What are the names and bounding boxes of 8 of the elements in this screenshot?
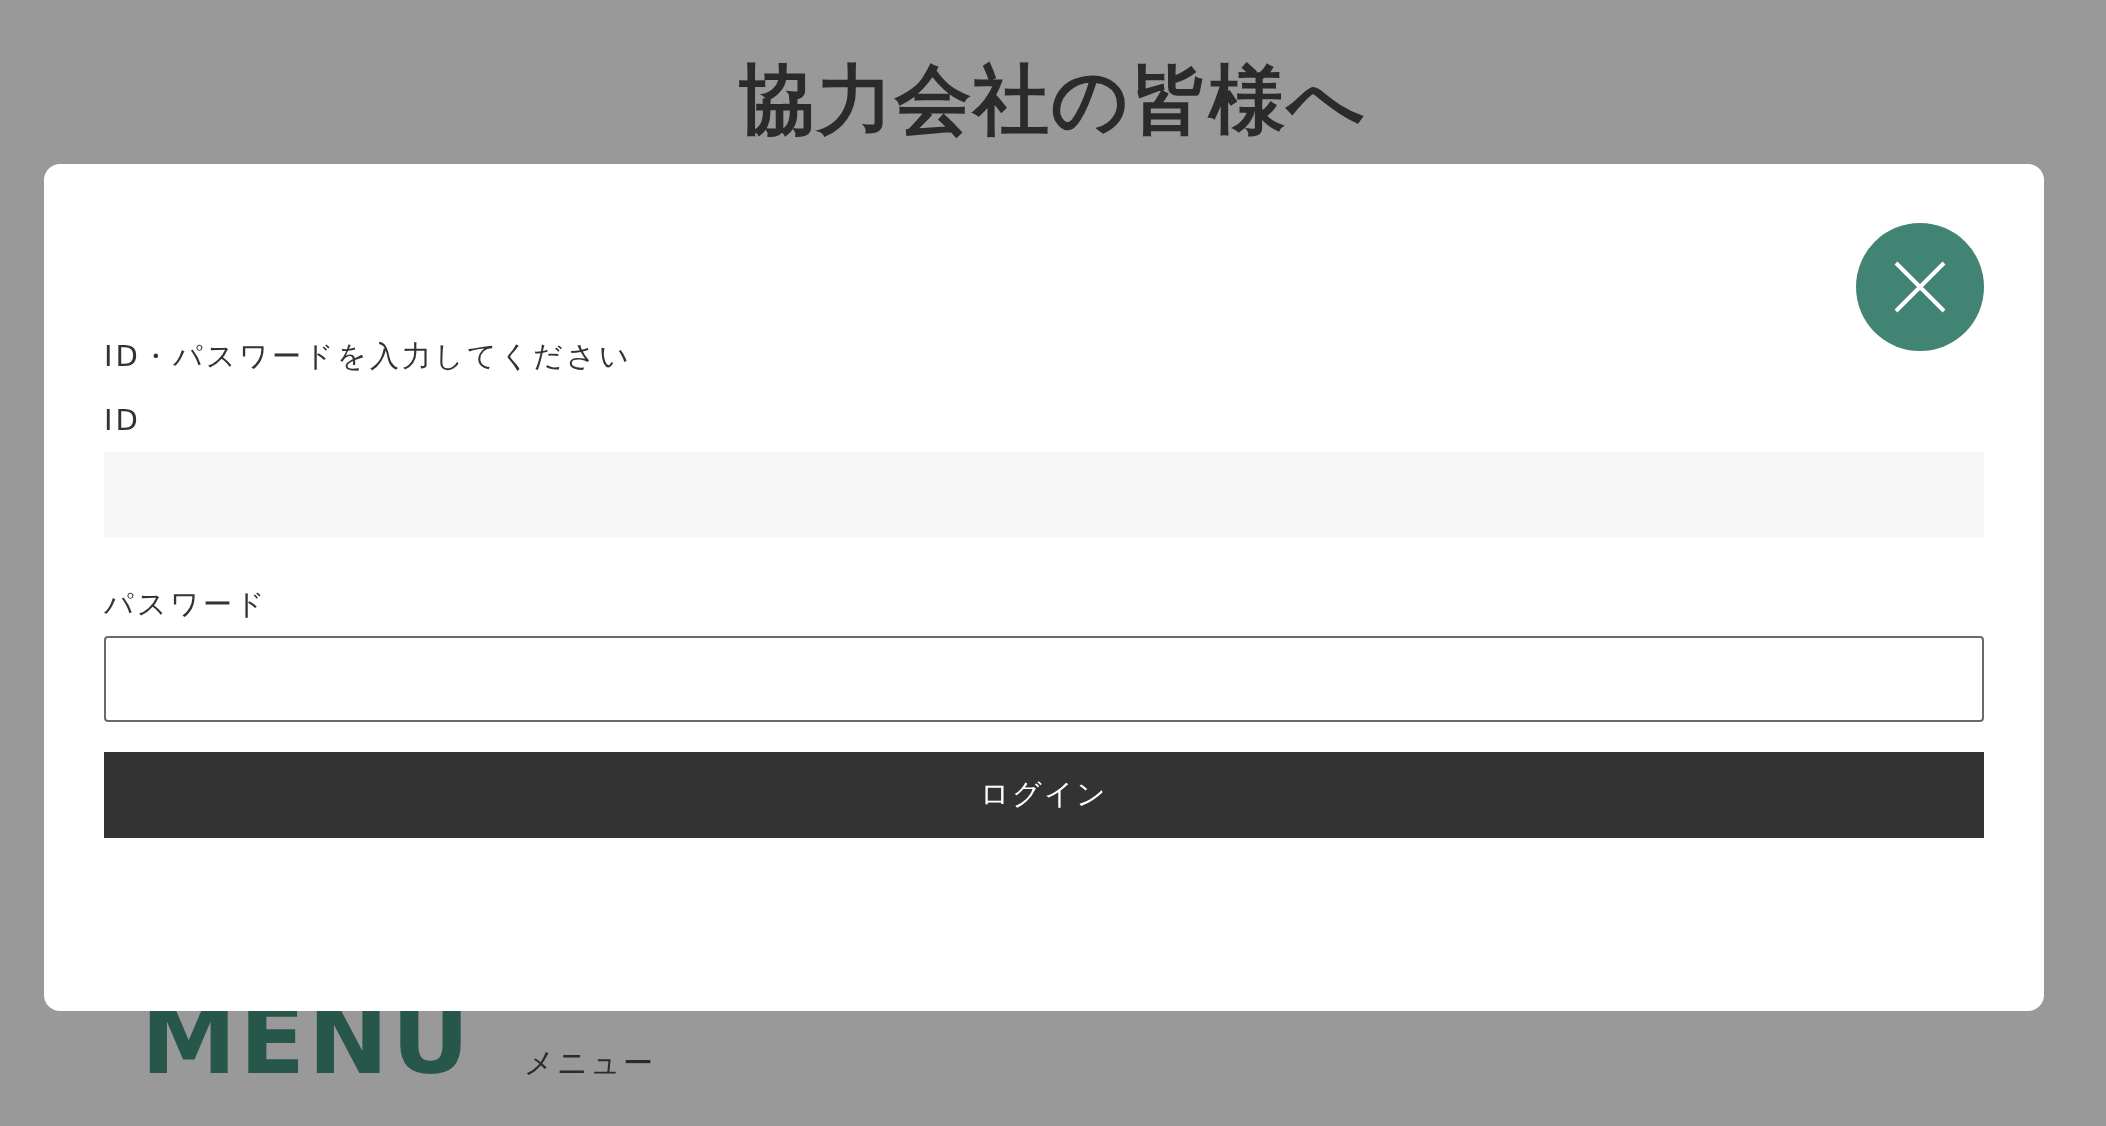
instruction-text: ID・パスワードを入力してください bbox=[104, 338, 633, 375]
page-title: 協力会社の皆様へ bbox=[739, 58, 1367, 142]
menu-subheading: メニュー bbox=[524, 1043, 656, 1082]
password-field[interactable] bbox=[104, 636, 1984, 722]
close-icon bbox=[1894, 261, 1946, 313]
field-label: パスワード bbox=[104, 586, 269, 623]
login-button[interactable]: ログイン bbox=[104, 752, 1984, 838]
field-label: ID bbox=[104, 402, 142, 439]
